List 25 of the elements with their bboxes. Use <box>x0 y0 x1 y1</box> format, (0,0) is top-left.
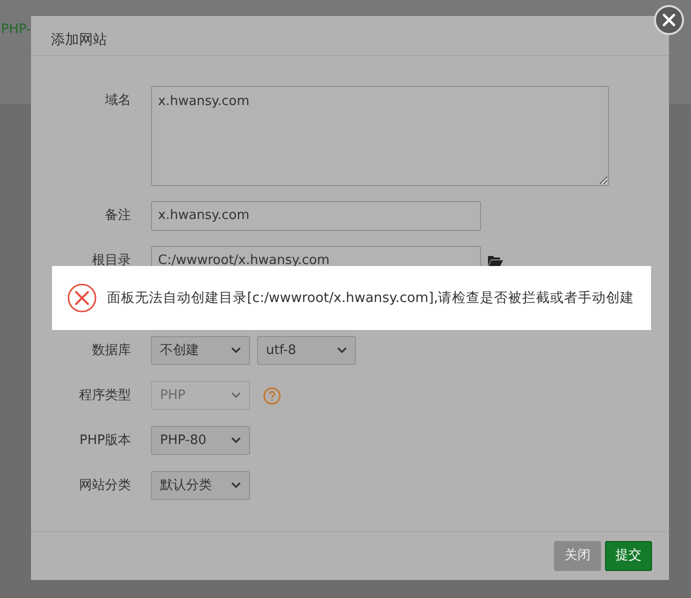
close-icon <box>662 13 676 27</box>
field-label: PHP版本 <box>78 432 131 450</box>
field-label: 网站分类 <box>78 477 131 495</box>
caret-icon <box>231 347 241 354</box>
dialog-title: 添加网站 <box>51 32 107 48</box>
dropdown[interactable]: PHP-80 <box>151 426 250 455</box>
dropdown[interactable]: 默认分类 <box>151 471 250 500</box>
caret-icon <box>231 437 241 444</box>
field-label: 备注 <box>104 207 131 225</box>
close-dialog-button[interactable]: 关闭 <box>554 541 601 571</box>
caret-icon <box>337 347 347 354</box>
error-message: 面板无法自动创建目录[c:/wwwroot/x.hwansy.com],请检查是否被拦截或者手动创建 <box>107 288 634 308</box>
field-label: 根目录 <box>91 252 131 270</box>
field-label: 数据库 <box>91 342 131 360</box>
domain-field[interactable]: x.hwansy.com <box>151 86 609 186</box>
folder-icon[interactable] <box>488 255 503 267</box>
dropdown[interactable]: utf-8 <box>257 336 356 365</box>
field-label: 程序类型 <box>78 387 131 405</box>
dropdown[interactable]: 不创建 <box>151 336 250 365</box>
text-field[interactable]: x.hwansy.com <box>151 201 481 231</box>
error-icon <box>67 283 97 313</box>
submit-button[interactable]: 提交 <box>605 541 652 571</box>
field-label: 域名 <box>104 92 131 110</box>
caret-icon <box>231 482 241 489</box>
caret-icon <box>231 392 241 399</box>
